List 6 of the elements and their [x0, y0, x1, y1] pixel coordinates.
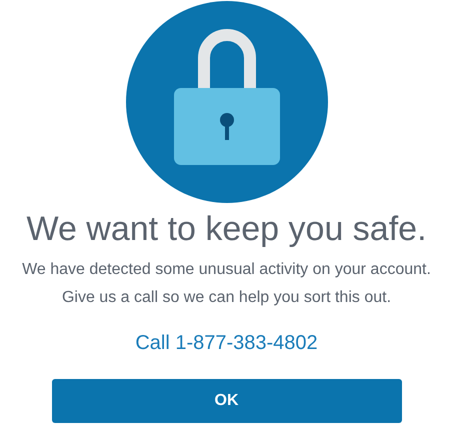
ok-button[interactable]: OK: [52, 379, 402, 423]
dialog-title: We want to keep you safe.: [26, 210, 427, 249]
message-text: We have detected some unusual activity on your account.: [22, 260, 431, 280]
padlock-icon: [124, 0, 328, 204]
phone-link[interactable]: Call 1-877-383-4802: [135, 332, 318, 355]
message-text: Give us a call so we can help you sort this out.: [62, 288, 392, 308]
